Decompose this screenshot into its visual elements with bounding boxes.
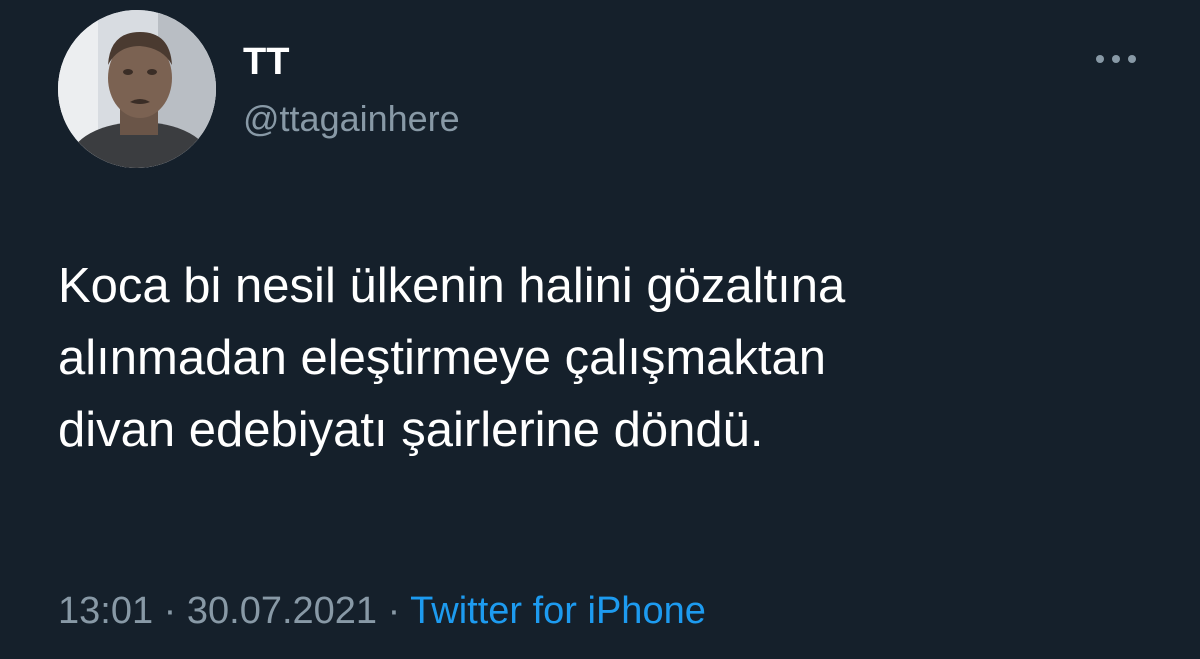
tweet-text-line: Koca bi nesil ülkenin halini gözaltına xyxy=(58,259,846,313)
tweet-time[interactable]: 13:01 xyxy=(58,590,153,632)
more-options-button[interactable] xyxy=(1086,44,1146,74)
tweet-text-line: alınmadan eleştirmeye çalışmaktan xyxy=(58,331,827,385)
tweet-meta: 13:01 · 30.07.2021 · Twitter for iPhone xyxy=(58,588,706,634)
meta-separator: · xyxy=(153,590,187,632)
profile-photo-image xyxy=(58,10,216,168)
tweet-text: Koca bi nesil ülkenin halini gözaltına a… xyxy=(58,250,1158,466)
more-horizontal-icon xyxy=(1096,55,1136,63)
meta-separator: · xyxy=(377,590,411,632)
author-avatar[interactable] xyxy=(58,10,216,168)
tweet-date[interactable]: 30.07.2021 xyxy=(187,590,377,632)
tweet-source-link[interactable]: Twitter for iPhone xyxy=(410,590,706,632)
tweet-text-line: divan edebiyatı şairlerine döndü. xyxy=(58,403,764,457)
author-display-name[interactable]: TT xyxy=(243,40,289,84)
author-handle[interactable]: @ttagainhere xyxy=(243,98,460,140)
